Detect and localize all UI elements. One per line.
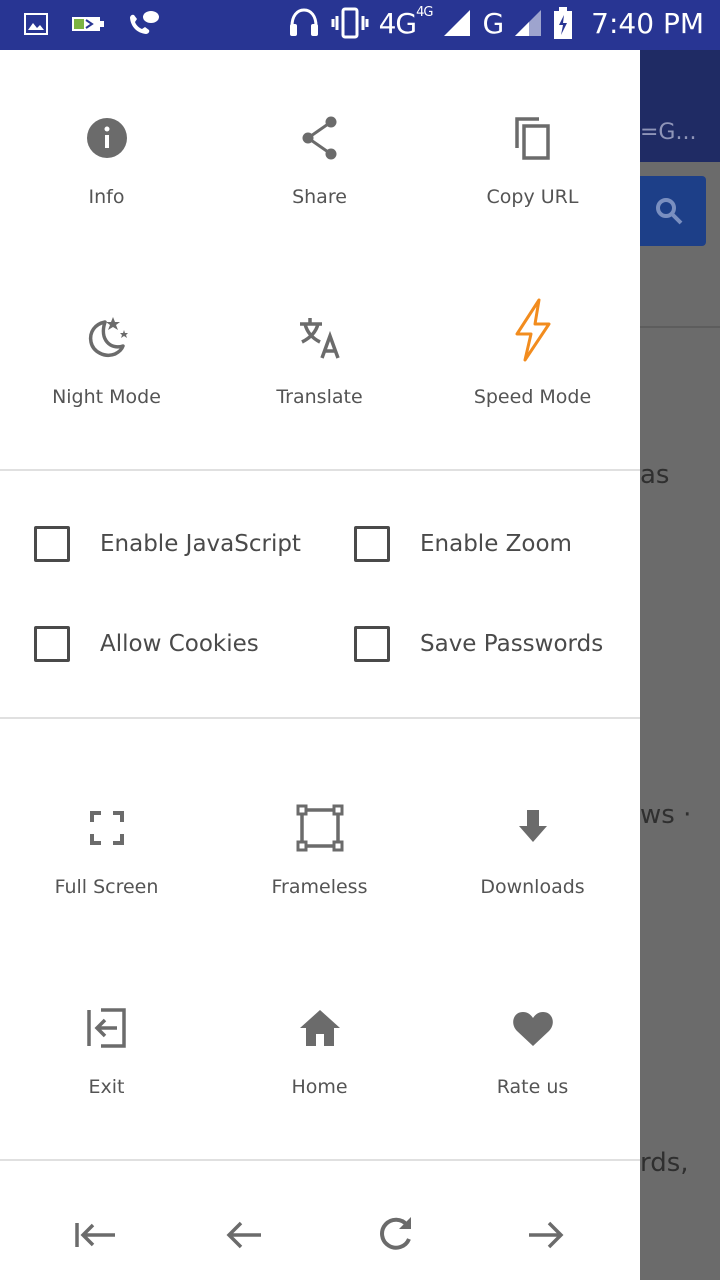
enable-zoom-checkbox[interactable]: Enable Zoom [354,526,572,562]
checkbox-row: Allow Cookies Save Passwords [0,626,640,666]
section-divider [0,469,640,471]
network-g-label: G [482,6,504,40]
full-screen-button[interactable]: Full Screen [0,804,213,898]
downloads-label: Downloads [480,876,585,898]
share-icon [302,116,336,160]
frame-icon [296,804,343,852]
speed-mode-label: Speed Mode [473,386,592,408]
enable-javascript-label: Enable JavaScript [100,531,301,557]
checkbox-row: Enable JavaScript Enable Zoom [0,526,640,566]
background-text: rds, [640,1148,689,1178]
background-app-bar: =G... [640,50,720,162]
download-icon [518,810,547,842]
signal-icon [444,10,471,36]
background-url: =G... [640,120,697,145]
exit-label: Exit [88,1076,125,1098]
speed-mode-button[interactable]: Speed Mode [426,298,639,408]
wifi-calling-icon [130,11,159,35]
copy-url-button[interactable]: Copy URL [426,114,639,208]
frameless-button[interactable]: Frameless [213,804,426,898]
image-icon [24,13,48,35]
checkbox-box[interactable] [354,526,390,562]
allow-cookies-checkbox[interactable]: Allow Cookies [34,626,259,662]
home-icon [299,1010,340,1046]
navigation-drawer: Info Share Copy URL Night Mode Translate… [0,50,640,1280]
network-4g-label: 4G4G [378,4,434,40]
translate-button[interactable]: Translate [213,314,426,408]
checkbox-box[interactable] [34,626,70,662]
back-button[interactable] [170,1190,320,1280]
back-arrow-icon [226,1221,261,1249]
signal-icon [515,10,542,36]
enable-zoom-label: Enable Zoom [420,531,572,557]
background-search-button [640,176,706,246]
bottom-nav-bar [0,1190,640,1280]
info-label: Info [88,186,125,208]
copy-icon [514,117,550,160]
enable-javascript-checkbox[interactable]: Enable JavaScript [34,526,301,562]
share-button[interactable]: Share [213,114,426,208]
translate-icon [299,318,340,359]
bottom-grid-row: Full Screen Frameless Downloads [0,804,640,898]
search-icon [656,198,683,225]
bottom-grid-row: Exit Home Rate us [0,1004,640,1098]
section-divider [0,717,640,719]
info-button[interactable]: Info [0,114,213,208]
save-passwords-label: Save Passwords [420,631,604,657]
share-label: Share [292,186,347,208]
top-grid-row: Info Share Copy URL [0,114,640,208]
checkbox-box[interactable] [34,526,70,562]
translate-label: Translate [276,386,363,408]
background-text: ws · [640,800,692,830]
night-mode-label: Night Mode [52,386,161,408]
flash-icon [515,298,550,362]
heart-icon [512,1012,553,1046]
battery-icon [554,7,573,39]
fullscreen-icon [89,811,124,845]
exit-icon [86,1008,126,1048]
refresh-icon [380,1217,411,1250]
background-page: =G... as ws · rds, [640,50,720,1280]
night-mode-icon [88,317,128,357]
home-button[interactable]: Home [213,1004,426,1098]
save-passwords-checkbox[interactable]: Save Passwords [354,626,603,662]
status-bar: 4G4G G 7:40 PM [0,0,720,50]
background-text: as [640,460,670,490]
refresh-button[interactable] [320,1190,470,1280]
go-to-start-button[interactable] [20,1190,170,1280]
section-divider [0,1159,640,1161]
home-label: Home [291,1076,348,1098]
allow-cookies-label: Allow Cookies [100,631,259,657]
rate-us-button[interactable]: Rate us [426,1004,639,1098]
top-grid-row: Night Mode Translate Speed Mode [0,298,640,408]
exit-button[interactable]: Exit [0,1004,213,1098]
rate-us-label: Rate us [496,1076,569,1098]
first-page-icon [75,1223,115,1247]
forward-button[interactable] [470,1190,620,1280]
forward-arrow-icon [529,1221,564,1249]
copy-url-label: Copy URL [486,186,579,208]
status-time: 7:40 PM [591,6,704,40]
vibrate-icon [331,7,369,39]
full-screen-label: Full Screen [54,876,159,898]
battery-charging-icon [72,17,104,31]
frameless-label: Frameless [271,876,368,898]
info-icon [86,118,127,158]
checkbox-box[interactable] [354,626,390,662]
background-divider [640,326,720,328]
night-mode-button[interactable]: Night Mode [0,314,213,408]
headset-icon [289,8,318,36]
downloads-button[interactable]: Downloads [426,804,639,898]
